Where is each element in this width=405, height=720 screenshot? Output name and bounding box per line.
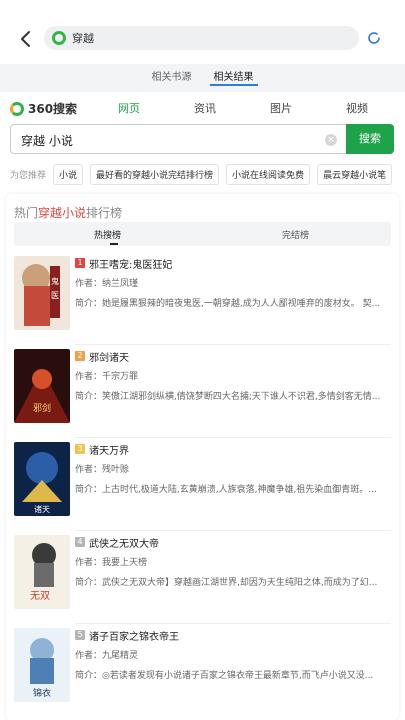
svg-text:诸天: 诸天 — [34, 505, 50, 514]
book-desc: 简介：武侠之无双大帝】穿越画江湖世界,却因为天生纯阳之体,而成为了幻... — [75, 578, 378, 588]
book-desc: 简介：笑傲江湖邪剑纵横,倩饶梦断四大名捕;天下谁人不识君,多情剑客无情... — [75, 392, 381, 402]
top-search-query: 穿越 — [72, 32, 94, 45]
title-highlight: 穿越小说 — [38, 206, 87, 220]
tab-indicator — [110, 243, 118, 245]
book-item[interactable]: 邪剑 2 邪剑诸天 作者：千宗万罪 简介：笑傲江湖邪剑纵横,倩饶梦断四大名捕;天… — [14, 349, 391, 441]
divider — [75, 344, 391, 345]
book-title[interactable]: 邪王嗜宠:鬼医狂妃 — [89, 256, 172, 271]
tab-related-results[interactable]: 相关结果 — [209, 64, 258, 92]
rank-badge: 2 — [75, 351, 85, 361]
book-author: 作者：九尾精灵 — [75, 651, 139, 661]
rank-badge: 4 — [75, 537, 85, 547]
book-item[interactable]: 鬼 医 1 邪王嗜宠:鬼医狂妃 作者：纳兰凤瑾 简介：她是履黑狠辣的暗夜鬼医,一… — [14, 256, 391, 348]
svg-text:邪剑: 邪剑 — [33, 402, 51, 414]
recommendations: 为您推荐 小说 最好看的穿越小说完结排行榜 小说在线阅读免费 晨云穿越小说笔 — [0, 162, 405, 186]
title-prefix: 热门 — [14, 206, 39, 220]
book-item[interactable]: 锦衣 5 诸子百家之锦衣帝王 作者：九尾精灵 简介：◎若读者发现有小说诸子百家之… — [14, 628, 391, 720]
rank-badge: 1 — [75, 258, 85, 268]
top-bar: 穿越 — [0, 0, 405, 64]
book-title[interactable]: 武侠之无双大帝 — [89, 535, 159, 550]
engine-header: 360搜索 网页 资讯 图片 视频 — [0, 92, 405, 122]
svg-text:锦衣: 锦衣 — [33, 687, 51, 699]
divider — [75, 437, 391, 438]
book-author: 作者：纳兰凤瑾 — [75, 279, 139, 289]
divider — [75, 530, 391, 531]
logo-text: 360搜索 — [28, 102, 78, 116]
tab-completed[interactable]: 完结榜 — [282, 228, 309, 241]
nav-web[interactable]: 网页 — [118, 100, 140, 116]
reco-label: 为您推荐 — [10, 170, 47, 181]
rank-badge: 5 — [75, 630, 85, 640]
book-item[interactable]: 诸天 3 诸天万界 作者：残叶赊 简介：上古时代,极道大陆,玄黄崩溃,人族衰落,… — [14, 442, 391, 534]
book-cover: 无双 — [14, 535, 70, 609]
book-cover: 诸天 — [14, 442, 70, 516]
book-author: 作者：我要上天榜 — [75, 558, 148, 568]
svg-text:医: 医 — [51, 291, 59, 300]
tab-hot-search[interactable]: 热搜榜 — [94, 228, 121, 241]
book-desc: 简介：上古时代,极道大陆,玄黄崩溃,人族衰落,神魔争雄,祖先染血御青斑。... — [75, 485, 377, 495]
reco-chip[interactable]: 小说在线阅读免费 — [226, 163, 311, 185]
title-suffix: 排行榜 — [86, 206, 123, 220]
refresh-icon[interactable] — [366, 30, 382, 46]
360-logo-icon — [52, 31, 66, 45]
book-desc: 简介：她是履黑狠辣的暗夜鬼医,一朝穿越,成为人人鄙视唾弃的废材女。 契... — [75, 299, 381, 309]
reco-chip[interactable]: 小说 — [53, 163, 84, 185]
search-input-value: 穿越 小说 — [21, 134, 73, 148]
book-item[interactable]: 无双 4 武侠之无双大帝 作者：我要上天榜 简介：武侠之无双大帝】穿越画江湖世界… — [14, 535, 391, 627]
nav-video[interactable]: 视频 — [346, 100, 368, 116]
book-cover: 锦衣 — [14, 628, 70, 702]
tab-book-sources[interactable]: 相关书源 — [148, 64, 196, 92]
nav-images[interactable]: 图片 — [270, 100, 292, 116]
divider — [75, 623, 391, 624]
book-title[interactable]: 诸子百家之锦衣帝王 — [89, 628, 179, 643]
top-search-field[interactable]: 穿越 — [44, 26, 359, 50]
back-arrow-icon[interactable] — [14, 27, 38, 51]
rank-badge: 3 — [75, 444, 85, 454]
reco-chip[interactable]: 最好看的穿越小说完结排行榜 — [90, 163, 220, 185]
book-cover: 鬼 医 — [14, 256, 70, 330]
search-input[interactable]: 穿越 小说 × — [10, 124, 348, 154]
search-button[interactable]: 搜索 — [346, 124, 394, 154]
svg-text:无双: 无双 — [30, 590, 50, 602]
book-author: 作者：残叶赊 — [75, 465, 130, 475]
ranking-card: 热门穿越小说排行榜 热搜榜 完结榜 鬼 医 1 邪王嗜宠:鬼医狂妃 作者：纳兰凤… — [6, 194, 399, 720]
search-box: 穿越 小说 × 搜索 — [10, 124, 394, 154]
360-ring-icon — [10, 101, 24, 116]
svg-text:鬼: 鬼 — [51, 276, 59, 286]
360-search-logo[interactable]: 360搜索 — [10, 100, 77, 117]
book-title[interactable]: 邪剑诸天 — [89, 349, 129, 364]
book-desc: 简介：◎若读者发现有小说诸子百家之锦衣帝王最新章节,而飞卢小说又没... — [75, 671, 374, 681]
result-tabs: 相关书源 相关结果 — [0, 64, 405, 92]
ranking-tabs: 热搜榜 完结榜 — [14, 222, 391, 246]
clear-icon[interactable]: × — [325, 134, 337, 146]
reco-chip[interactable]: 晨云穿越小说笔 — [317, 163, 393, 185]
book-author: 作者：千宗万罪 — [75, 372, 139, 382]
book-title[interactable]: 诸天万界 — [89, 442, 129, 457]
book-cover: 邪剑 — [14, 349, 70, 423]
ranking-title: 热门穿越小说排行榜 — [14, 204, 122, 221]
nav-news[interactable]: 资讯 — [194, 100, 216, 116]
